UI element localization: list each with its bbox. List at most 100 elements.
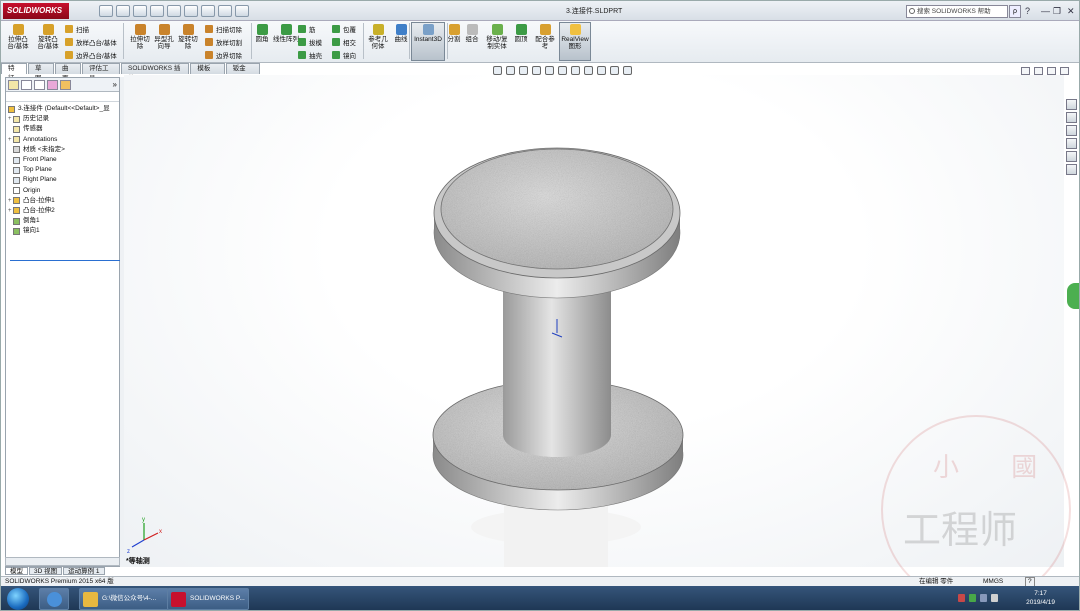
tree-item[interactable]: 传感器 — [8, 124, 119, 134]
view-palette-icon[interactable] — [1065, 138, 1077, 149]
viewport-minimize-icon[interactable] — [1021, 67, 1030, 75]
ribbon-small-button-9[interactable]: 包覆 — [332, 23, 356, 34]
task-pane-collapse-icon[interactable] — [1067, 283, 1079, 309]
viewport-restore-icon[interactable] — [1034, 67, 1043, 75]
tray-volume-icon[interactable] — [980, 594, 987, 602]
taskbar-pinned-app[interactable] — [39, 588, 69, 610]
minimize-button[interactable]: — — [1041, 5, 1050, 17]
search-button[interactable]: ρ — [1009, 5, 1021, 18]
ribbon-small-button-8[interactable]: 抽壳 — [298, 49, 322, 60]
ribbon-small-button-6[interactable]: 筋 — [298, 23, 316, 34]
ribbon-button-15[interactable]: RealView 图形 — [561, 22, 589, 60]
ribbon-small-button-4[interactable]: 放样切割 — [205, 36, 242, 47]
file-explorer-icon[interactable] — [1065, 125, 1077, 136]
model-tab-1[interactable]: 3D 视图 — [29, 567, 63, 575]
tree-item[interactable]: + 凸台-拉伸2 — [8, 206, 119, 216]
open-folder-icon[interactable] — [116, 5, 130, 17]
ribbon-button-3[interactable]: 异型孔向导 — [152, 22, 176, 60]
display-manager-tab-icon[interactable] — [60, 80, 71, 90]
tree-item[interactable]: + 历史记录 — [8, 114, 119, 124]
ribbon-button-4[interactable]: 旋转切除 — [176, 22, 200, 60]
print-icon[interactable] — [150, 5, 164, 17]
part-model[interactable]: y x z *等轴测 — [124, 75, 1064, 567]
command-tab-6[interactable]: 钣金(H) — [225, 63, 260, 82]
options-icon[interactable] — [235, 5, 249, 17]
ribbon-small-button-7[interactable]: 拔模 — [298, 36, 322, 47]
command-tab-4[interactable]: SOLIDWORKS 插件 — [121, 63, 190, 82]
custom-properties-icon[interactable] — [1065, 164, 1077, 175]
save-icon[interactable] — [133, 5, 147, 17]
ribbon-button-8[interactable]: 曲线 — [391, 22, 411, 60]
model-tab-0[interactable]: 模型 — [5, 567, 28, 575]
tree-item[interactable]: Top Plane — [8, 165, 119, 175]
tree-item[interactable]: + Annotations — [8, 135, 119, 145]
rollback-bar[interactable] — [10, 260, 123, 261]
previous-view-icon[interactable] — [519, 66, 528, 75]
tree-root[interactable]: 3.连接件 (Default<<Default>_显 — [8, 104, 119, 114]
tray-network-icon[interactable] — [958, 594, 965, 602]
hide-show-items-icon[interactable] — [584, 66, 593, 75]
ribbon-small-button-5[interactable]: 边界切除 — [205, 49, 242, 60]
view-settings-icon[interactable] — [623, 66, 632, 75]
command-tab-3[interactable]: 评估工具 — [82, 63, 120, 82]
select-arrow-icon[interactable] — [184, 5, 198, 17]
taskbar-window-1[interactable]: SOLIDWORKS P... — [167, 588, 249, 610]
design-library-icon[interactable] — [1065, 112, 1077, 123]
taskbar-window-0[interactable]: G:\微信公众号\4-... — [79, 588, 169, 610]
dynamic-annotation-icon[interactable] — [545, 66, 554, 75]
tree-filter-bar[interactable] — [6, 92, 119, 102]
dimxpert-tab-icon[interactable] — [47, 80, 58, 90]
undo-icon[interactable] — [167, 5, 181, 17]
start-button[interactable] — [7, 588, 29, 610]
ribbon-button-12[interactable]: 移动/复制实体 — [485, 22, 509, 60]
appearances-icon[interactable] — [1065, 151, 1077, 162]
restore-button[interactable]: ❐ — [1053, 5, 1061, 17]
tree-item[interactable]: + 凸台-拉伸1 — [8, 196, 119, 206]
unit-system[interactable]: MMGS — [983, 577, 1003, 586]
help-button[interactable]: ? — [1025, 5, 1030, 17]
new-document-icon[interactable] — [99, 5, 113, 17]
section-view-icon[interactable] — [532, 66, 541, 75]
ribbon-button-0[interactable]: 拉伸凸台/基体 — [5, 22, 31, 60]
ribbon-button-2[interactable]: 拉伸切除 — [128, 22, 152, 60]
tree-item[interactable]: 镜向1 — [8, 226, 119, 236]
viewport-close-icon[interactable] — [1060, 67, 1069, 75]
command-tab-2[interactable]: 曲面 — [55, 63, 81, 82]
ribbon-button-9[interactable]: Instant3D — [413, 22, 443, 60]
feature-manager-tab-icon[interactable] — [8, 80, 19, 90]
more-tabs-chevron-icon[interactable]: » — [113, 80, 117, 90]
tree-item[interactable]: Right Plane — [8, 175, 119, 185]
command-tab-0[interactable]: 特征 — [1, 63, 27, 82]
command-tab-1[interactable]: 草图 — [28, 63, 54, 82]
tree-item[interactable]: 倒角1 — [8, 216, 119, 226]
solidworks-logo[interactable]: SOLIDWORKS — [3, 3, 69, 19]
ribbon-small-button-1[interactable]: 放样凸台/基体 — [65, 36, 117, 47]
property-manager-tab-icon[interactable] — [21, 80, 32, 90]
ribbon-small-button-11[interactable]: 镜向 — [332, 49, 356, 60]
ribbon-small-button-10[interactable]: 相交 — [332, 36, 356, 47]
view-orientation-icon[interactable] — [558, 66, 567, 75]
panel-horizontal-scrollbar[interactable] — [5, 557, 120, 566]
tree-item[interactable]: Front Plane — [8, 155, 119, 165]
ribbon-button-7[interactable]: 参考几何体 — [366, 22, 390, 60]
zoom-to-area-icon[interactable] — [506, 66, 515, 75]
ribbon-button-1[interactable]: 旋转凸台/基体 — [35, 22, 61, 60]
help-search-input[interactable]: 搜索 SOLIDWORKS 帮助 — [906, 5, 1008, 18]
configuration-manager-tab-icon[interactable] — [34, 80, 45, 90]
ribbon-button-10[interactable]: 分割 — [447, 22, 461, 60]
model-tab-2[interactable]: 运动算例 1 — [63, 567, 105, 575]
ribbon-button-14[interactable]: 配合参考 — [533, 22, 557, 60]
solidworks-resources-icon[interactable] — [1065, 99, 1077, 110]
tray-security-icon[interactable] — [969, 594, 976, 602]
rebuild-icon[interactable] — [201, 5, 215, 17]
display-style-icon[interactable] — [571, 66, 580, 75]
viewport-maximize-icon[interactable] — [1047, 67, 1056, 75]
tree-item[interactable]: Origin — [8, 186, 119, 196]
edit-appearance-icon[interactable] — [597, 66, 606, 75]
command-tab-5[interactable]: 模板(D) — [190, 63, 225, 82]
ribbon-small-button-2[interactable]: 边界凸台/基体 — [65, 49, 117, 60]
clock[interactable]: 7:17 2019/4/19 — [1026, 589, 1055, 607]
ribbon-button-13[interactable]: 圆顶 — [513, 22, 529, 60]
apply-scene-icon[interactable] — [610, 66, 619, 75]
zoom-to-fit-icon[interactable] — [493, 66, 502, 75]
